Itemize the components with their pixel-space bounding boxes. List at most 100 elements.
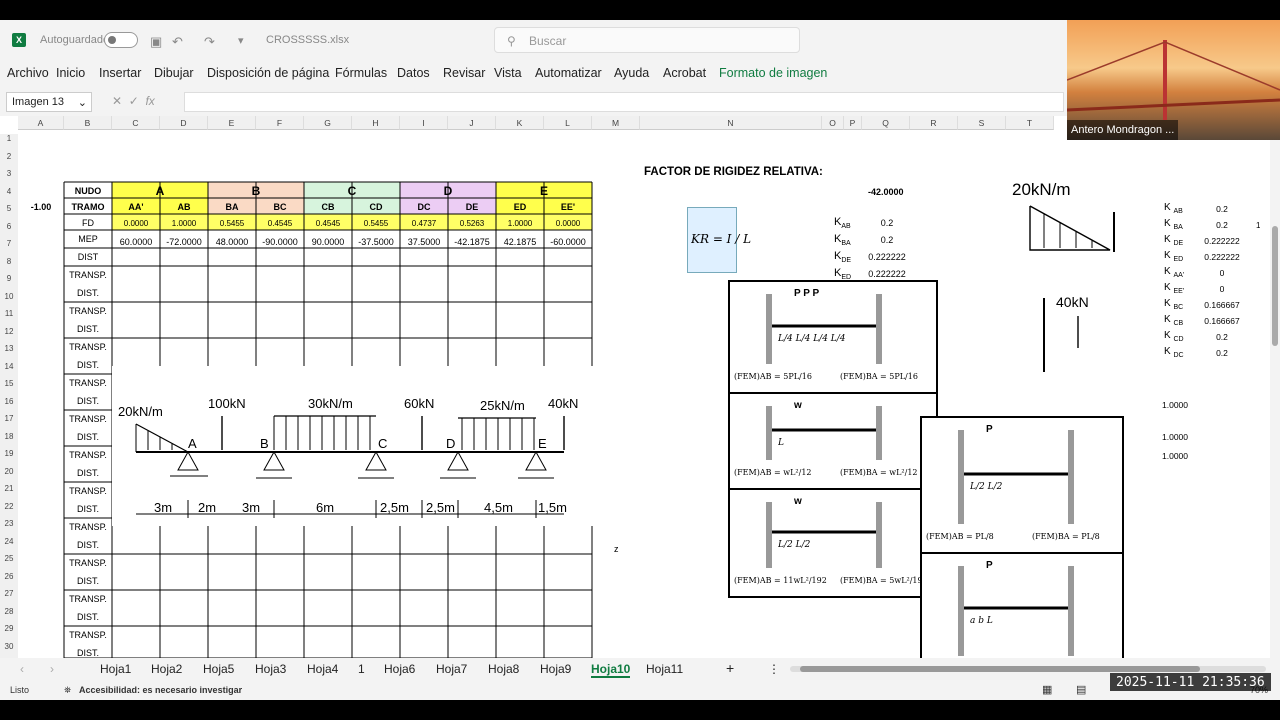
row-header[interactable]: 22 <box>0 501 18 519</box>
row-header[interactable]: 25 <box>0 554 18 572</box>
fx-icon[interactable]: fx <box>145 94 154 108</box>
tab-dibujar[interactable]: Dibujar <box>154 66 194 80</box>
row-header[interactable]: 13 <box>0 344 18 362</box>
sheet-tab[interactable]: Hoja1 <box>100 662 131 676</box>
sheet-tab[interactable]: Hoja8 <box>488 662 519 676</box>
row-header[interactable]: 1 <box>0 134 18 152</box>
horizontal-scrollbar[interactable] <box>790 666 1266 672</box>
row-header[interactable]: 23 <box>0 519 18 537</box>
tab-formato-de-imagen[interactable]: Formato de imagen <box>719 66 827 80</box>
row-header[interactable]: 8 <box>0 256 18 274</box>
row-header[interactable]: 14 <box>0 361 18 379</box>
column-header[interactable]: T <box>1006 116 1054 130</box>
tab-disposicion[interactable]: Disposición de página <box>207 66 329 80</box>
column-header[interactable]: C <box>112 116 160 130</box>
h-scroll-thumb[interactable] <box>800 666 1200 672</box>
cancel-icon[interactable]: ✕ <box>112 94 122 108</box>
tab-automatizar[interactable]: Automatizar <box>535 66 602 80</box>
beam-figure-image[interactable]: 20kN/m 100kN 30kN/m 60kN 25kN/m 40kN A B… <box>112 366 630 526</box>
tab-datos[interactable]: Datos <box>397 66 430 80</box>
check-icon[interactable]: ✓ <box>129 94 139 108</box>
row-header[interactable]: 29 <box>0 624 18 642</box>
sheet-tab[interactable]: 1 <box>358 662 365 676</box>
row-header[interactable]: 28 <box>0 606 18 624</box>
sheet-tab[interactable]: Hoja6 <box>384 662 415 676</box>
column-header[interactable]: J <box>448 116 496 130</box>
column-header[interactable]: P <box>844 116 862 130</box>
fem-table-image[interactable]: P P P L/4 L/4 L/4 L/4 (FEM)AB = 5PL/16 (FEM… <box>728 280 938 598</box>
sheet-tab[interactable]: Hoja5 <box>203 662 234 676</box>
redo-icon[interactable]: ↷ <box>204 34 215 50</box>
page-layout-icon[interactable]: ▤ <box>1076 683 1086 696</box>
column-header[interactable]: H <box>352 116 400 130</box>
row-header[interactable]: 4 <box>0 186 18 204</box>
tab-vista[interactable]: Vista <box>494 66 522 80</box>
row-header[interactable]: 10 <box>0 291 18 309</box>
row-header[interactable]: 2 <box>0 151 18 169</box>
column-header[interactable]: Q <box>862 116 910 130</box>
row-header[interactable]: 24 <box>0 536 18 554</box>
row-header[interactable]: 16 <box>0 396 18 414</box>
row-header[interactable]: 5 <box>0 204 18 222</box>
sheet-tab[interactable]: Hoja7 <box>436 662 467 676</box>
column-header[interactable]: L <box>544 116 592 130</box>
undo-icon[interactable]: ↶ <box>172 34 183 50</box>
row-header[interactable]: 11 <box>0 309 18 327</box>
row-header[interactable]: 3 <box>0 169 18 187</box>
column-header[interactable]: K <box>496 116 544 130</box>
row-header[interactable]: 27 <box>0 589 18 607</box>
row-header[interactable]: 18 <box>0 431 18 449</box>
tab-archivo[interactable]: Archivo <box>7 66 49 80</box>
column-header[interactable]: G <box>304 116 352 130</box>
sheet-tab[interactable]: Hoja4 <box>307 662 338 676</box>
search-box[interactable]: ⚲ Buscar <box>494 27 800 53</box>
fem-table-image-2[interactable]: P L/2 L/2 (FEM)AB = PL/8 (FEM)BA = PL/8 Pa b… <box>920 416 1124 658</box>
vertical-scrollbar[interactable] <box>1270 116 1280 658</box>
prev-sheet-icon[interactable]: ‹ <box>20 662 24 676</box>
column-header[interactable]: E <box>208 116 256 130</box>
formula-input[interactable] <box>184 92 1064 112</box>
tab-insertar[interactable]: Insertar <box>99 66 141 80</box>
column-header[interactable]: A <box>18 116 64 130</box>
column-header[interactable]: R <box>910 116 958 130</box>
column-header[interactable]: I <box>400 116 448 130</box>
sheet-tab[interactable]: Hoja3 <box>255 662 286 676</box>
row-header[interactable]: 19 <box>0 449 18 467</box>
column-header[interactable]: O <box>822 116 844 130</box>
more-sheets-icon[interactable]: ⋮ <box>768 662 780 676</box>
row-header[interactable]: 30 <box>0 641 18 658</box>
row-header[interactable]: 6 <box>0 221 18 239</box>
column-header[interactable]: S <box>958 116 1006 130</box>
load-diagram-image[interactable]: 20kN/m 40kN <box>1006 176 1124 376</box>
row-header[interactable]: 20 <box>0 466 18 484</box>
normal-view-icon[interactable]: ▦ <box>1042 683 1052 696</box>
quick-access-chevron-icon[interactable]: ▾ <box>238 34 244 47</box>
row-header[interactable]: 7 <box>0 239 18 257</box>
row-header[interactable]: 17 <box>0 414 18 432</box>
row-header[interactable]: 21 <box>0 484 18 502</box>
sheet-tab[interactable]: Hoja2 <box>151 662 182 676</box>
row-header[interactable]: 15 <box>0 379 18 397</box>
column-header[interactable]: B <box>64 116 112 130</box>
file-name[interactable]: CROSSSSS.xlsx <box>266 34 349 46</box>
row-header[interactable]: 26 <box>0 571 18 589</box>
row-header[interactable]: 12 <box>0 326 18 344</box>
column-header[interactable]: F <box>256 116 304 130</box>
sheet-tab[interactable]: Hoja10 <box>591 662 631 678</box>
tab-formulas[interactable]: Fórmulas <box>335 66 387 80</box>
autosave-toggle[interactable] <box>104 32 138 48</box>
column-header[interactable]: D <box>160 116 208 130</box>
tab-inicio[interactable]: Inicio <box>56 66 85 80</box>
add-sheet-icon[interactable]: + <box>726 660 734 676</box>
tab-revisar[interactable]: Revisar <box>443 66 485 80</box>
column-header[interactable]: N <box>640 116 822 130</box>
save-icon[interactable]: ▣ <box>150 34 162 50</box>
column-header[interactable]: M <box>592 116 640 130</box>
scroll-thumb[interactable] <box>1272 226 1278 346</box>
worksheet-grid[interactable]: A B C D E F G H I J K L M N O P Q R S T 1 2 3 4 5 6 7 8 9 10 11 12 13 14 1… <box>0 116 1270 658</box>
kr-formula-image[interactable]: KR = I / L <box>687 207 751 273</box>
sheet-tab[interactable]: Hoja11 <box>646 662 683 676</box>
row-header[interactable]: 9 <box>0 274 18 292</box>
name-box[interactable]: Imagen 13 ⌄ <box>6 92 92 112</box>
next-sheet-icon[interactable]: › <box>50 662 54 676</box>
